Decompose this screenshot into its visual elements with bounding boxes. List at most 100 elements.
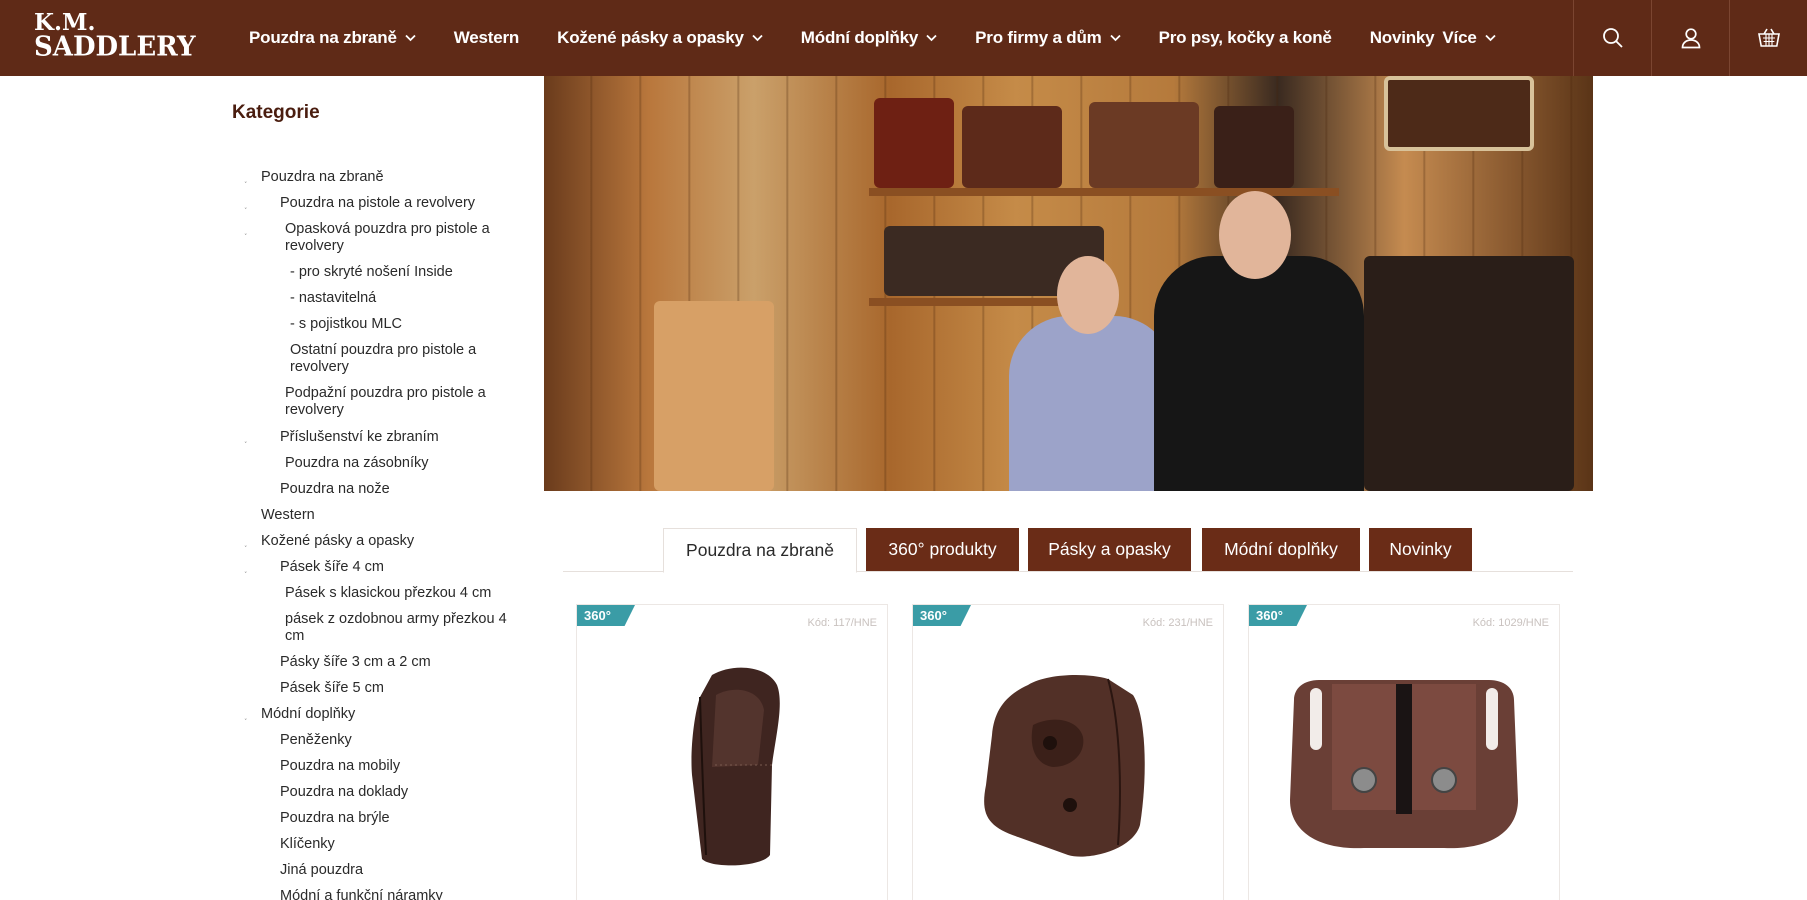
bullet-icon: ˯ bbox=[244, 563, 248, 574]
sidebar-category-item[interactable]: Pouzdra na nože bbox=[232, 481, 522, 498]
hero-banner-photo bbox=[544, 76, 1593, 491]
nav-label: Novinky bbox=[1369, 28, 1435, 47]
category-label: Pouzdra na brýle bbox=[280, 810, 390, 826]
pistol-holster-image bbox=[984, 675, 1145, 857]
bullet-icon: ˯ bbox=[244, 433, 248, 444]
nav-item-pro-psy[interactable]: Pro psy, kočky a koně bbox=[1159, 28, 1332, 48]
category-label: Pouzdra na zásobníky bbox=[285, 455, 429, 471]
category-label: Ostatní pouzdra pro pistole a revolvery bbox=[290, 342, 477, 375]
tab-label: Módní doplňky bbox=[1224, 539, 1338, 559]
sidebar-category-item[interactable]: ˯ Pouzdra na pistole a revolvery bbox=[232, 195, 522, 212]
main-nav: Pouzdra na zbraně Western Kožené pásky a… bbox=[249, 0, 1534, 76]
sidebar-category-item[interactable]: Pásky šíře 3 cm a 2 cm bbox=[232, 654, 522, 671]
tab-360-produkty[interactable]: 360° produkty bbox=[866, 528, 1019, 571]
category-label: Pásek šíře 4 cm bbox=[280, 559, 384, 575]
sidebar-category-item[interactable]: Módní a funkční náramky hodinkové řemínk… bbox=[232, 888, 522, 900]
category-label: Pásky šíře 3 cm a 2 cm bbox=[280, 654, 431, 670]
tab-modni-doplnky[interactable]: Módní doplňky bbox=[1202, 528, 1360, 571]
sidebar-category-item[interactable]: pásek z ozdobnou army přezkou 4 cm bbox=[232, 611, 522, 645]
user-icon bbox=[1681, 28, 1700, 49]
category-label: Podpažní pouzdra pro pistole a revolvery bbox=[285, 385, 486, 418]
category-label: Jiná pouzdra bbox=[280, 862, 364, 878]
tab-pasky-a-opasky[interactable]: Pásky a opasky bbox=[1028, 528, 1191, 571]
sidebar-category-item[interactable]: Podpažní pouzdra pro pistole a revolvery bbox=[232, 385, 522, 419]
nav-item-pro-firmy[interactable]: Pro firmy a dům bbox=[975, 28, 1121, 48]
tab-label: Pouzdra na zbraně bbox=[686, 540, 834, 560]
nav-item-modni-doplnky[interactable]: Módní doplňky bbox=[801, 28, 937, 48]
nav-label: Pro firmy a dům bbox=[975, 28, 1102, 47]
sidebar-category-item[interactable]: Western bbox=[232, 507, 522, 524]
chevron-down-icon bbox=[926, 34, 937, 42]
nav-item-novinky[interactable]: Novinky bbox=[1370, 28, 1435, 48]
sidebar-category-item[interactable]: Pouzdra na brýle bbox=[232, 810, 522, 827]
nav-item-kozene-pasky[interactable]: Kožené pásky a opasky bbox=[557, 28, 763, 48]
nav-label: Módní doplňky bbox=[800, 28, 919, 47]
360-badge: 360° bbox=[577, 605, 635, 626]
magazine-pouch-image bbox=[1290, 680, 1518, 849]
tab-label: Pásky a opasky bbox=[1048, 539, 1171, 559]
category-label: - s pojistkou MLC bbox=[290, 316, 403, 332]
category-label: - nastavitelná bbox=[290, 290, 377, 306]
product-image bbox=[1249, 635, 1559, 895]
tab-label: 360° produkty bbox=[888, 539, 997, 559]
bullet-icon: ˯ bbox=[244, 537, 248, 548]
chevron-down-icon bbox=[1109, 34, 1121, 42]
category-label: - pro skryté nošení Inside bbox=[290, 264, 453, 280]
account-button[interactable] bbox=[1651, 0, 1729, 76]
nav-label: Western bbox=[453, 28, 520, 47]
nav-item-western[interactable]: Western bbox=[453, 28, 520, 48]
category-label: Pásek šíře 5 cm bbox=[280, 680, 384, 696]
sidebar-category-item[interactable]: Pouzdra na zásobníky bbox=[232, 455, 522, 472]
sidebar-category-item[interactable]: ˯ Kožené pásky a opasky bbox=[232, 533, 522, 550]
sidebar-title: Kategorie bbox=[232, 102, 320, 123]
basket-icon bbox=[1757, 28, 1780, 47]
sidebar-category-item[interactable]: ˯ Příslušenství ke zbraním bbox=[232, 429, 522, 446]
bullet-icon: ˯ bbox=[244, 710, 248, 721]
search-button[interactable] bbox=[1573, 0, 1651, 76]
category-label: Opasková pouzdra pro pistole a revolvery bbox=[285, 221, 490, 254]
cart-button[interactable] bbox=[1729, 0, 1807, 76]
chevron-down-icon bbox=[1484, 34, 1496, 42]
bullet-icon: ˯ bbox=[244, 173, 248, 184]
nav-item-pouzdra[interactable]: Pouzdra na zbraně bbox=[249, 28, 416, 48]
sidebar-category-item[interactable]: ˯ Módní doplňky bbox=[232, 706, 522, 723]
tab-novinky[interactable]: Novinky bbox=[1369, 528, 1472, 571]
category-label: Pouzdra na pistole a revolvery bbox=[280, 195, 476, 211]
sidebar-category-item[interactable]: Pásek s klasickou přezkou 4 cm bbox=[232, 585, 522, 602]
nav-label: Pouzdra na zbraně bbox=[249, 28, 397, 47]
product-card[interactable]: 360° Kód: 1029/HNE bbox=[1248, 604, 1560, 900]
tab-label: Novinky bbox=[1389, 539, 1452, 559]
category-label: Pouzdra na mobily bbox=[280, 758, 401, 774]
nav-item-vice[interactable]: Více bbox=[1442, 28, 1496, 48]
product-tabs: Pouzdra na zbraně 360° produkty Pásky a … bbox=[563, 528, 1573, 573]
sidebar-category-item[interactable]: - pro skryté nošení Inside bbox=[232, 264, 522, 281]
nav-label: Více bbox=[1442, 28, 1477, 47]
sidebar-category-item[interactable]: ˯ Pouzdra na zbraně bbox=[232, 169, 522, 186]
category-label: Pouzdra na zbraně bbox=[261, 169, 384, 185]
sidebar-category-item[interactable]: Peněženky bbox=[232, 732, 522, 749]
sidebar-category-item[interactable]: ˯ Pásek šíře 4 cm bbox=[232, 559, 522, 576]
category-label: Módní doplňky bbox=[261, 706, 356, 722]
chevron-down-icon bbox=[752, 34, 763, 42]
sidebar-category-item[interactable]: Pásek šíře 5 cm bbox=[232, 680, 522, 697]
tab-pouzdra-na-zbrane[interactable]: Pouzdra na zbraně bbox=[663, 528, 857, 573]
site-logo[interactable]: K.M. SADDLERY bbox=[34, 10, 196, 61]
360-badge: 360° bbox=[1249, 605, 1307, 626]
sidebar-category-item[interactable]: Ostatní pouzdra pro pistole a revolvery bbox=[232, 342, 522, 376]
product-card[interactable]: 360° Kód: 231/HNE bbox=[912, 604, 1224, 900]
product-image bbox=[577, 635, 887, 895]
product-image bbox=[913, 635, 1223, 895]
sidebar-category-item[interactable]: Pouzdra na mobily bbox=[232, 758, 522, 775]
sidebar-category-item[interactable]: Pouzdra na doklady bbox=[232, 784, 522, 801]
bullet-icon: ˯ bbox=[244, 225, 248, 236]
sidebar-category-item[interactable]: - s pojistkou MLC bbox=[232, 316, 522, 333]
category-label: Pouzdra na doklady bbox=[280, 784, 409, 800]
category-label: Klíčenky bbox=[280, 836, 335, 852]
sidebar-category-item[interactable]: Jiná pouzdra bbox=[232, 862, 522, 879]
sidebar-category-item[interactable]: - nastavitelná bbox=[232, 290, 522, 307]
sidebar-category-item[interactable]: ˯ Opasková pouzdra pro pistole a revolver… bbox=[232, 221, 522, 255]
product-card[interactable]: 360° Kód: 117/HNE bbox=[576, 604, 888, 900]
sidebar-category-item[interactable]: Klíčenky bbox=[232, 836, 522, 853]
revolver-holster-image bbox=[691, 667, 780, 866]
bullet-icon: ˯ bbox=[244, 199, 248, 210]
